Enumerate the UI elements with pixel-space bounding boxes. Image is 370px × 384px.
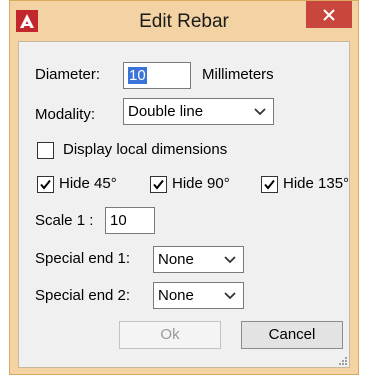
diameter-label: Diameter:	[35, 66, 101, 83]
special-end-2-label: Special end 2:	[35, 287, 131, 304]
hide-45-label[interactable]: Hide 45°	[59, 175, 117, 192]
hide-135-label[interactable]: Hide 135°	[283, 175, 349, 192]
diameter-unit-label: Millimeters	[202, 66, 274, 83]
ok-button[interactable]: Ok	[119, 321, 221, 349]
dialog-content: Diameter: 10 Millimeters Modality: Doubl…	[18, 41, 350, 368]
special-end-2-select[interactable]: None	[153, 282, 244, 309]
diameter-value: 10	[128, 67, 147, 84]
hide-90-label[interactable]: Hide 90°	[172, 175, 230, 192]
diameter-input[interactable]: 10	[123, 62, 191, 89]
modality-value: Double line	[128, 103, 204, 120]
resize-grip-icon[interactable]	[337, 355, 347, 365]
chevron-down-icon	[224, 292, 236, 300]
special-end-1-label: Special end 1:	[35, 250, 131, 267]
special-end-2-value: None	[158, 287, 194, 304]
close-button[interactable]	[306, 1, 352, 28]
hide-45-checkbox[interactable]	[37, 176, 54, 193]
modality-label: Modality:	[35, 106, 96, 123]
checkmark-icon	[264, 179, 275, 190]
cancel-button[interactable]: Cancel	[241, 321, 343, 349]
special-end-1-value: None	[158, 251, 194, 268]
scale-label: Scale 1 :	[35, 212, 94, 229]
checkmark-icon	[40, 179, 51, 190]
scale-input[interactable]: 10	[105, 207, 155, 234]
edit-rebar-dialog: Edit Rebar Diameter: 10 Millimeters Moda…	[9, 0, 359, 375]
hide-90-checkbox[interactable]	[150, 176, 167, 193]
hide-135-checkbox[interactable]	[261, 176, 278, 193]
checkmark-icon	[153, 179, 164, 190]
chevron-down-icon	[224, 256, 236, 264]
modality-select[interactable]: Double line	[123, 98, 274, 125]
display-local-dimensions-checkbox[interactable]	[37, 142, 54, 159]
special-end-1-select[interactable]: None	[153, 246, 244, 273]
scale-value: 10	[110, 212, 127, 229]
close-icon	[323, 8, 335, 21]
display-local-dimensions-label[interactable]: Display local dimensions	[63, 141, 227, 158]
title-bar[interactable]: Edit Rebar	[10, 1, 358, 41]
chevron-down-icon	[254, 108, 266, 116]
